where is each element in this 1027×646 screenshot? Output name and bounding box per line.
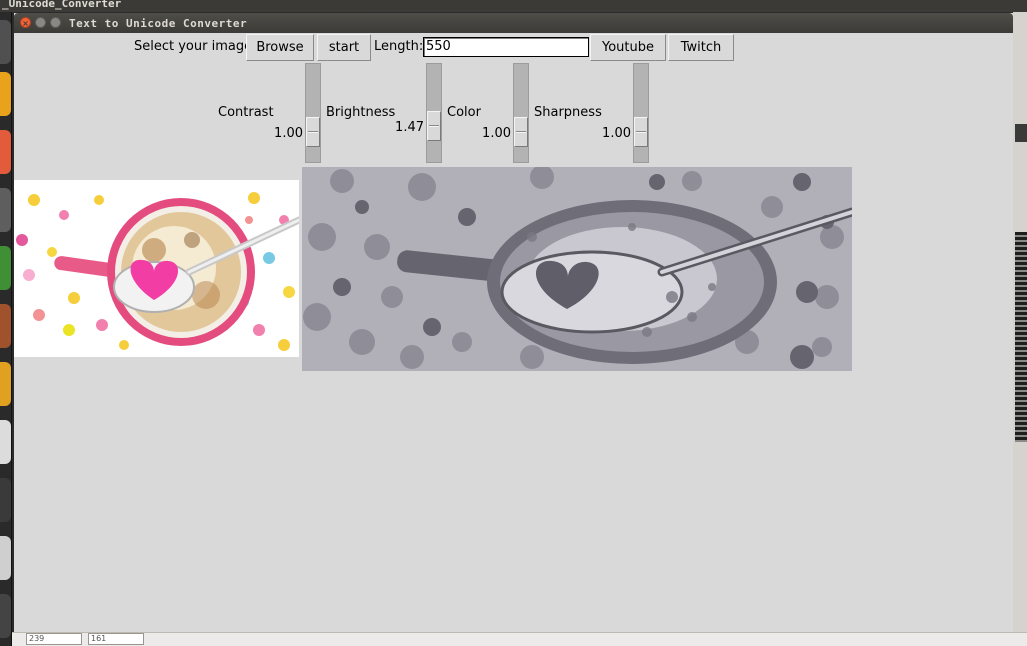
brightness-scale[interactable] xyxy=(426,63,442,163)
brightness-value: 1.47 xyxy=(395,120,424,135)
sharpness-value: 1.00 xyxy=(602,126,631,141)
window-titlebar[interactable]: × Text to Unicode Converter xyxy=(14,13,1013,33)
launcher-icon[interactable] xyxy=(0,72,11,116)
launcher-sidebar xyxy=(0,12,12,646)
sharpness-label: Sharpness xyxy=(534,105,602,120)
color-value: 1.00 xyxy=(482,126,511,141)
window-minimize-button[interactable] xyxy=(35,17,46,28)
color-slider-handle[interactable] xyxy=(514,117,528,147)
background-window-edge xyxy=(1013,12,1027,646)
window-title: Text to Unicode Converter xyxy=(69,17,248,30)
launcher-icon[interactable] xyxy=(0,420,11,464)
contrast-scale[interactable] xyxy=(305,63,321,163)
launcher-icon[interactable] xyxy=(0,188,11,232)
coffee-cup-image-icon xyxy=(16,192,299,351)
background-spinbox: 161 xyxy=(88,633,144,645)
launcher-icon[interactable] xyxy=(0,478,11,522)
contrast-label: Contrast xyxy=(218,105,274,120)
color-label: Color xyxy=(447,105,481,120)
length-input[interactable]: 550 xyxy=(423,37,589,57)
sharpness-scale[interactable] xyxy=(633,63,649,163)
launcher-icon[interactable] xyxy=(0,536,11,580)
color-scale[interactable] xyxy=(513,63,529,163)
brightness-slider-handle[interactable] xyxy=(427,111,441,141)
launcher-icon[interactable] xyxy=(0,362,11,406)
contrast-slider-handle[interactable] xyxy=(306,117,320,147)
background-spinbox: 239 xyxy=(26,633,82,645)
launcher-icon[interactable] xyxy=(0,594,11,638)
desktop-top-bar: _Unicode_Converter xyxy=(0,0,1027,12)
converted-grayscale-image-icon xyxy=(302,167,852,371)
select-image-label: Select your image xyxy=(134,39,253,54)
launcher-icon[interactable] xyxy=(0,20,11,64)
start-button[interactable]: start xyxy=(317,34,371,61)
sharpness-slider-handle[interactable] xyxy=(634,117,648,147)
background-window-bottom: 239 161 xyxy=(12,632,1027,646)
launcher-icon[interactable] xyxy=(0,130,11,174)
brightness-label: Brightness xyxy=(326,105,396,120)
window-close-button[interactable]: × xyxy=(20,17,31,28)
length-label: Length: xyxy=(374,39,424,54)
window-maximize-button[interactable] xyxy=(50,17,61,28)
contrast-value: 1.00 xyxy=(274,126,303,141)
youtube-button[interactable]: Youtube xyxy=(590,34,666,61)
converted-image xyxy=(302,167,852,371)
twitch-button[interactable]: Twitch xyxy=(668,34,734,61)
desktop-top-title: _Unicode_Converter xyxy=(2,0,122,10)
original-image xyxy=(14,180,299,357)
browse-button[interactable]: Browse xyxy=(246,34,314,61)
app-window: × Text to Unicode Converter Select your … xyxy=(14,13,1013,632)
launcher-icon[interactable] xyxy=(0,304,11,348)
launcher-icon[interactable] xyxy=(0,246,11,290)
